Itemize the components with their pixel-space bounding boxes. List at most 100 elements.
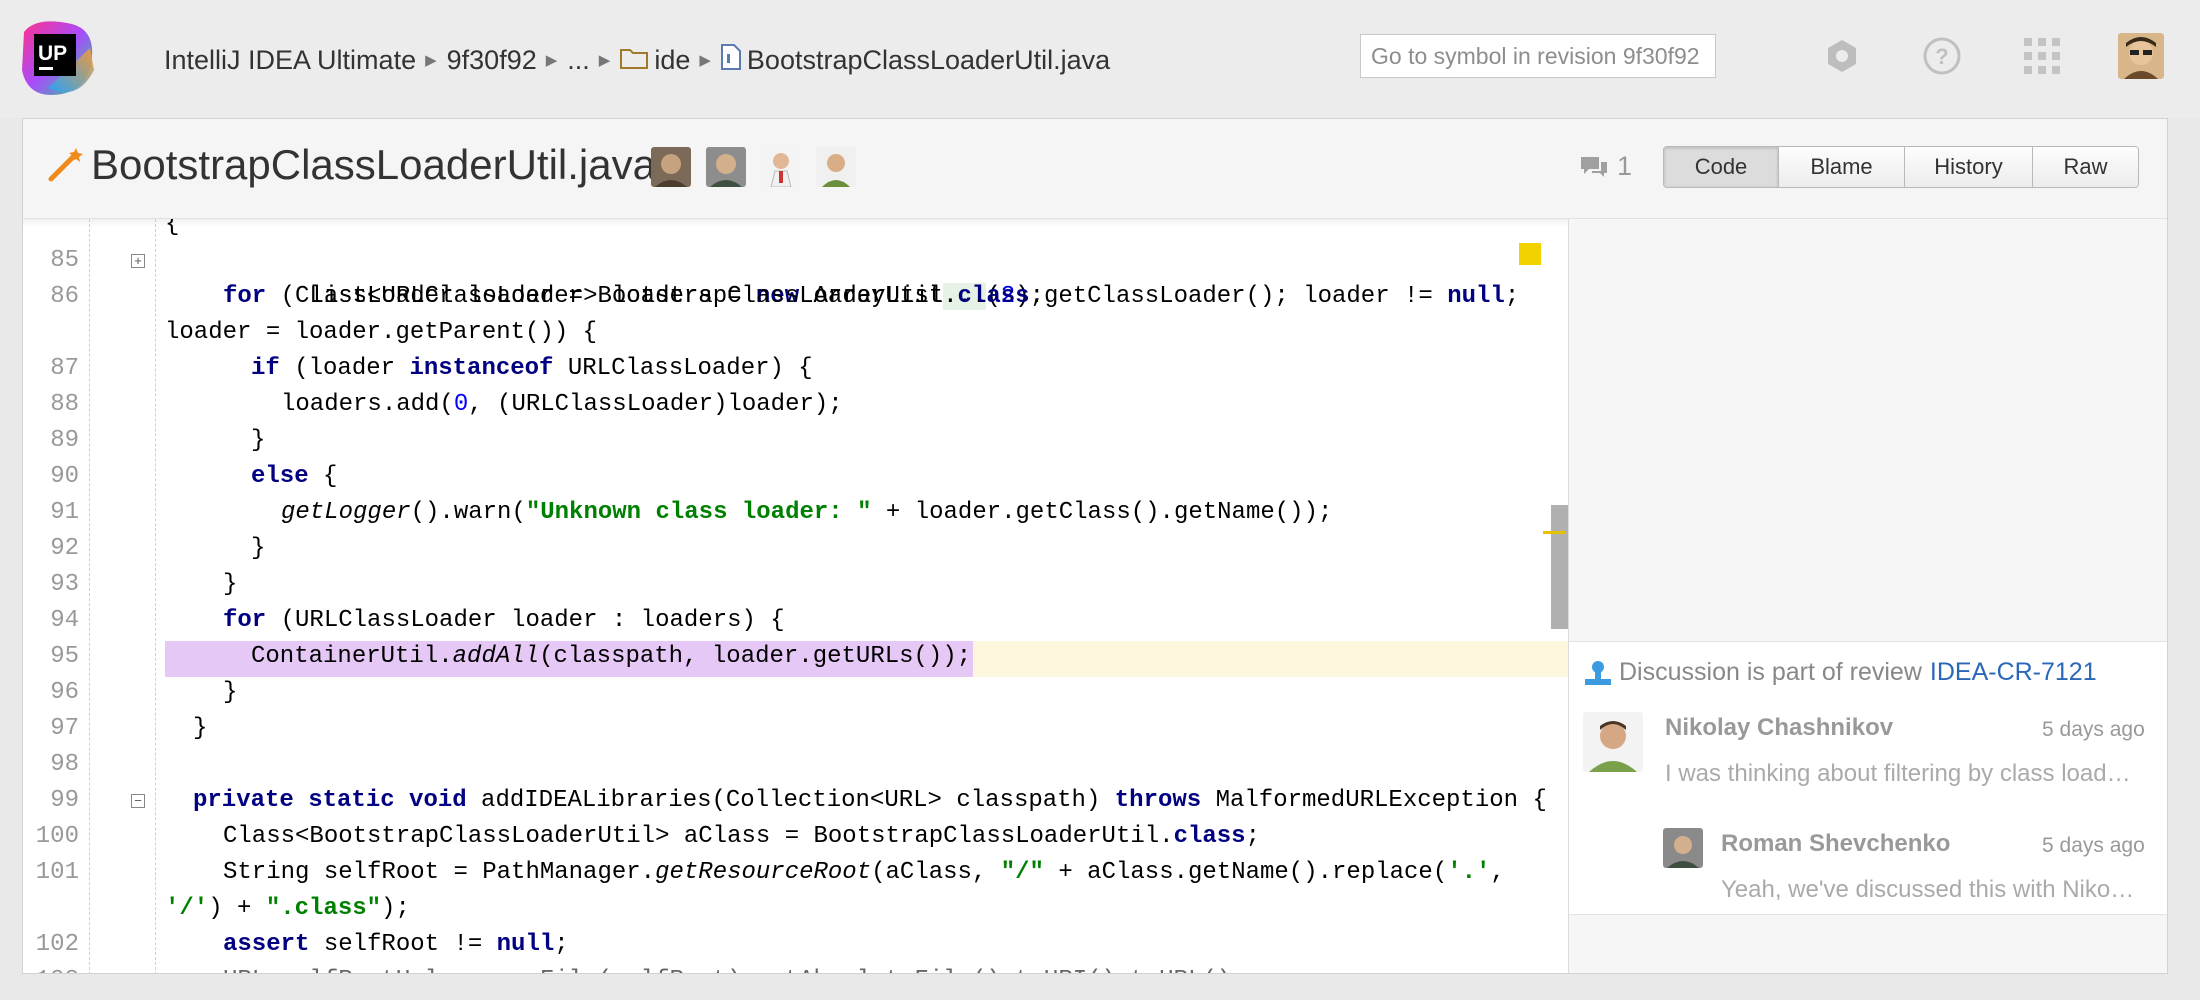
svg-text:?: ? <box>1935 44 1948 69</box>
breadcrumb-project[interactable]: IntelliJ IDEA Ultimate <box>164 45 416 76</box>
comment-author-avatar[interactable] <box>1583 712 1643 772</box>
discussion-thread[interactable]: Discussion is part of review IDEA-CR-712… <box>1569 641 2167 915</box>
line-number: 99 <box>50 787 79 814</box>
line-number: 98 <box>50 751 79 778</box>
line-number: 101 <box>35 859 79 886</box>
gutter-divider <box>89 219 90 973</box>
code-line-99: private static void addIDEALibraries(Col… <box>193 787 1547 814</box>
contributor-avatar[interactable] <box>816 147 856 187</box>
breadcrumb-file[interactable]: BootstrapClassLoaderUtil.java <box>747 45 1110 76</box>
file-header: BootstrapClassLoaderUtil.java 1 Code Bla… <box>23 119 2167 219</box>
review-link[interactable]: IDEA-CR-7121 <box>1930 658 2097 687</box>
help-icon[interactable]: ? <box>1922 36 1962 76</box>
contributor-avatar[interactable] <box>706 147 746 187</box>
file-title: BootstrapClassLoaderUtil.java <box>91 141 656 188</box>
line-number: 88 <box>50 391 79 418</box>
breadcrumb-separator-icon: ▶ <box>699 52 711 69</box>
code-line-91: getLogger().warn("Unknown class loader: … <box>281 499 1333 526</box>
contributor-avatar[interactable] <box>761 147 801 187</box>
logo-icon[interactable]: UP <box>18 18 100 98</box>
tab-history[interactable]: History <box>1904 147 2032 187</box>
scroll-shadow <box>23 219 1568 227</box>
comment-icon <box>1581 156 1607 177</box>
code-line-94: for (URLClassLoader loader : loaders) { <box>223 607 785 634</box>
comment-date: 5 days ago <box>2042 834 2145 857</box>
warning-marker[interactable] <box>1519 243 1541 265</box>
code-line-86: for (ClassLoader loader = BootstrapClass… <box>223 283 1520 310</box>
symbol-search-input[interactable] <box>1360 34 1716 78</box>
line-number: 86 <box>50 283 79 310</box>
line-number: 92 <box>50 535 79 562</box>
code-line-93: } <box>223 571 238 598</box>
line-number: 93 <box>50 571 79 598</box>
code-line-100: Class<BootstrapClassLoaderUtil> aClass =… <box>223 823 1260 850</box>
code-line-95[interactable]: ContainerUtil.addAll(classpath, loader.g… <box>251 639 971 675</box>
breadcrumb-folder[interactable]: ide <box>654 45 690 76</box>
scrollbar-comment-marker[interactable] <box>1543 531 1565 534</box>
code-line-87: if (loader instanceof URLClassLoader) { <box>251 355 813 382</box>
breadcrumb-ellipsis[interactable]: ... <box>567 45 590 76</box>
line-number: 96 <box>50 679 79 706</box>
code-line-86-wrap: loader = loader.getParent()) { <box>165 319 598 346</box>
collapse-fold-icon[interactable]: − <box>131 794 145 808</box>
tab-raw[interactable]: Raw <box>2032 147 2138 187</box>
breadcrumb-separator-icon: ▶ <box>598 52 611 69</box>
review-icon <box>1585 660 1611 685</box>
line-number: 94 <box>50 607 79 634</box>
code-line-92: } <box>251 535 266 562</box>
apps-grid-icon[interactable] <box>2022 36 2062 76</box>
comment-text[interactable]: I was thinking about filtering by class … <box>1665 760 2137 788</box>
line-number: 90 <box>50 463 79 490</box>
user-avatar[interactable] <box>2118 33 2164 79</box>
breadcrumb-revision[interactable]: 9f30f92 <box>447 45 537 76</box>
svg-text:UP: UP <box>38 42 67 65</box>
tab-code[interactable]: Code <box>1664 147 1778 187</box>
code-line-103: URL selfRootUrl = new File(selfRoot).get… <box>223 963 1246 973</box>
line-number: 100 <box>35 823 79 850</box>
comment-count-label: 1 <box>1617 151 1633 181</box>
breadcrumb-separator-icon: ▶ <box>545 52 558 69</box>
line-number: 102 <box>35 931 79 958</box>
discussion-side-panel: Discussion is part of review IDEA-CR-712… <box>1568 219 2167 973</box>
contributor-avatar[interactable] <box>651 147 691 187</box>
code-line-96: } <box>223 679 238 706</box>
expand-fold-icon[interactable]: + <box>131 254 145 268</box>
line-number: 95 <box>50 643 79 670</box>
line-number: 87 <box>50 355 79 382</box>
code-line-102: assert selfRoot != null; <box>223 931 569 958</box>
discussion-header: Discussion is part of review IDEA-CR-712… <box>1583 658 2097 687</box>
tab-blame[interactable]: Blame <box>1778 147 1904 187</box>
breadcrumb-separator-icon: ▶ <box>425 52 437 69</box>
breadcrumb: IntelliJ IDEA Ultimate ▶ 9f30f92 ▶ ... ▶… <box>164 40 1110 80</box>
code-line-85: List<URLClassLoader> loaders = new Array… <box>223 243 1044 310</box>
code-line-97: } <box>193 715 208 742</box>
line-number: 103 <box>23 963 79 973</box>
code-line: { <box>165 219 180 238</box>
top-bar: UP IntelliJ IDEA Ultimate ▶ 9f30f92 ▶ ..… <box>0 0 2200 118</box>
file-panel: BootstrapClassLoaderUtil.java 1 Code Bla… <box>22 118 2168 974</box>
comment-count[interactable]: 1 <box>1579 151 1632 182</box>
code-viewer[interactable]: 85 86 87 88 89 90 91 92 93 94 95 96 97 9… <box>23 219 1568 973</box>
line-number: 97 <box>50 715 79 742</box>
java-file-icon <box>720 43 741 77</box>
code-line-88: loaders.add(0, (URLClassLoader)loader); <box>281 391 843 418</box>
line-number: 89 <box>50 427 79 454</box>
comment-author[interactable]: Nikolay Chashnikov <box>1665 714 1893 742</box>
fold-divider <box>155 219 156 973</box>
scrollbar-thumb[interactable] <box>1551 505 1568 629</box>
comment-author[interactable]: Roman Shevchenko <box>1721 830 1950 858</box>
comment-author-avatar[interactable] <box>1663 828 1703 868</box>
discussion-header-label: Discussion is part of review <box>1619 658 1922 686</box>
view-tabs: Code Blame History Raw <box>1663 146 2139 188</box>
code-line-101-wrap: '/') + ".class"); <box>165 895 410 922</box>
comment-date: 5 days ago <box>2042 718 2145 741</box>
file-wand-icon <box>45 145 85 185</box>
line-number: 91 <box>50 499 79 526</box>
folder-icon <box>620 45 649 76</box>
settings-icon[interactable] <box>1822 36 1862 76</box>
code-line-101: String selfRoot = PathManager.getResourc… <box>223 859 1505 886</box>
line-number: 85 <box>50 247 79 274</box>
comment-text[interactable]: Yeah, we've discussed this with Nikolay <box>1721 876 2135 904</box>
code-line-90: else { <box>251 463 338 490</box>
code-line-89: } <box>251 427 266 454</box>
